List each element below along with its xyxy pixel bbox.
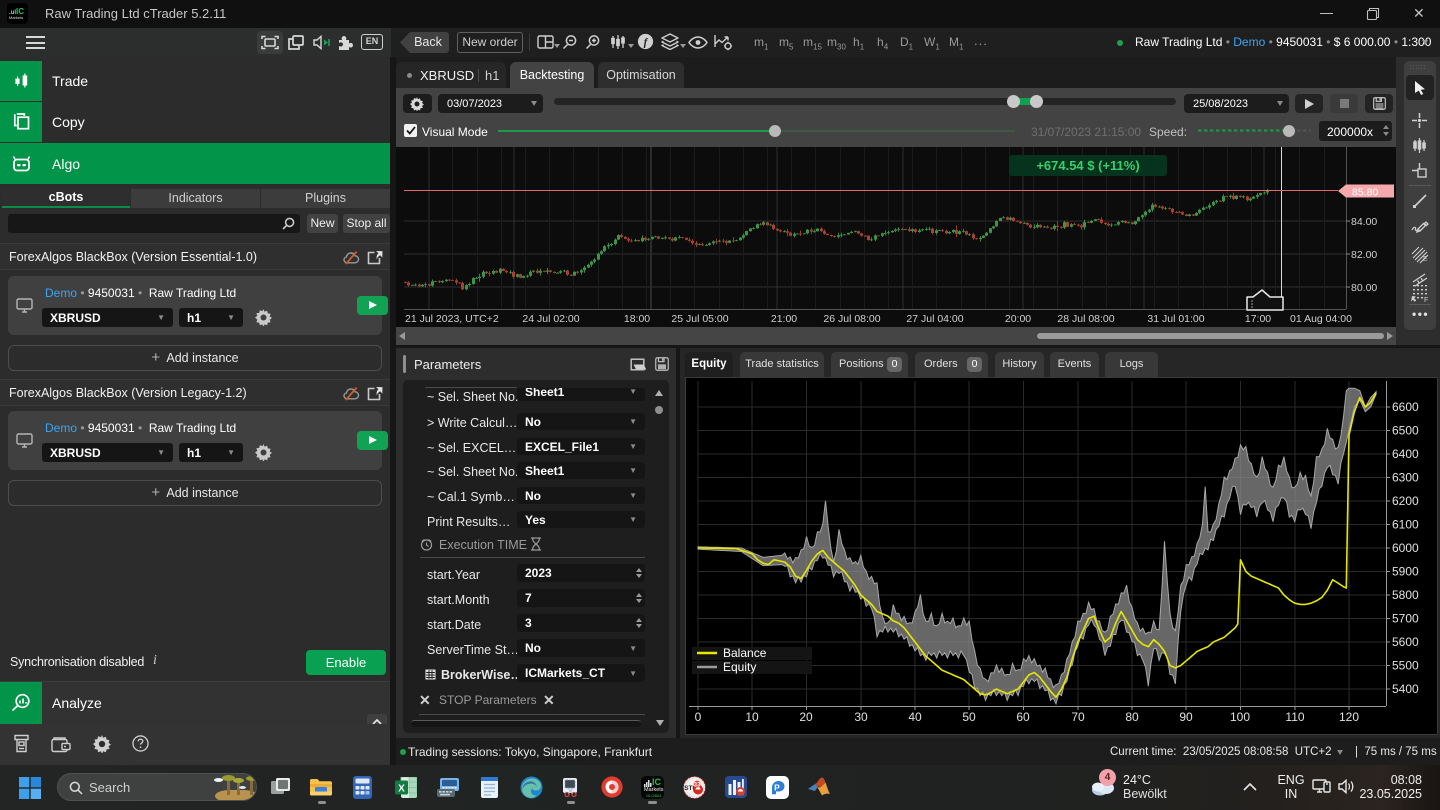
svg-text:5500: 5500 xyxy=(1392,659,1419,673)
svg-text:60: 60 xyxy=(1016,710,1030,724)
svg-text:6400: 6400 xyxy=(1392,447,1419,461)
svg-text:27 Jul 04:00: 27 Jul 04:00 xyxy=(906,313,963,325)
svg-text:110: 110 xyxy=(1285,710,1304,724)
svg-text:18:00: 18:00 xyxy=(624,313,650,325)
svg-text:90: 90 xyxy=(1179,710,1193,724)
svg-text:P: P xyxy=(774,783,780,793)
svg-text:26 Jul 08:00: 26 Jul 08:00 xyxy=(823,313,880,325)
svg-text:6100: 6100 xyxy=(1392,518,1419,532)
svg-text:20: 20 xyxy=(799,710,813,724)
svg-text:6300: 6300 xyxy=(1392,471,1419,485)
svg-text:82.00: 82.00 xyxy=(1351,249,1377,261)
svg-text:25 Jul 05:00: 25 Jul 05:00 xyxy=(671,313,728,325)
svg-text:80.00: 80.00 xyxy=(1351,282,1377,294)
svg-text:21:00: 21:00 xyxy=(771,313,797,325)
svg-text:85.80: 85.80 xyxy=(1352,187,1378,199)
svg-text:0: 0 xyxy=(695,710,702,724)
svg-text:01 Aug 04:00: 01 Aug 04:00 xyxy=(1290,313,1352,325)
svg-text:84.00: 84.00 xyxy=(1351,216,1377,228)
svg-text:6500: 6500 xyxy=(1392,424,1419,438)
svg-text:5800: 5800 xyxy=(1392,588,1419,602)
svg-text:80: 80 xyxy=(1125,710,1139,724)
svg-text:40: 40 xyxy=(908,710,922,724)
svg-text:33: 33 xyxy=(694,782,701,788)
svg-text:E: E xyxy=(1423,256,1428,263)
svg-text:24 Jul 02:00: 24 Jul 02:00 xyxy=(522,313,579,325)
svg-text:100: 100 xyxy=(1230,710,1250,724)
svg-text:10: 10 xyxy=(745,710,759,724)
svg-text:F: F xyxy=(1424,297,1428,303)
svg-text:20:00: 20:00 xyxy=(1005,313,1031,325)
svg-text:70: 70 xyxy=(1071,710,1085,724)
svg-text:31 Jul 01:00: 31 Jul 01:00 xyxy=(1147,313,1204,325)
svg-text:Equity: Equity xyxy=(723,660,756,674)
svg-text:5900: 5900 xyxy=(1392,565,1419,579)
svg-text:6000: 6000 xyxy=(1392,541,1419,555)
svg-text:120: 120 xyxy=(1339,710,1359,724)
svg-text:5700: 5700 xyxy=(1392,612,1419,626)
svg-text:50: 50 xyxy=(962,710,976,724)
svg-text:+674.54 $ (+11%): +674.54 $ (+11%) xyxy=(1036,158,1139,173)
svg-text:6600: 6600 xyxy=(1392,400,1419,414)
svg-text:X: X xyxy=(398,784,405,795)
svg-text:5400: 5400 xyxy=(1392,682,1419,696)
svg-text:17:00: 17:00 xyxy=(1245,313,1271,325)
svg-text:28 Jul 08:00: 28 Jul 08:00 xyxy=(1057,313,1114,325)
svg-text:6200: 6200 xyxy=(1392,494,1419,508)
svg-text:21 Jul 2023, UTC+2: 21 Jul 2023, UTC+2 xyxy=(405,313,499,325)
svg-text:5600: 5600 xyxy=(1392,635,1419,649)
svg-text:Balance: Balance xyxy=(723,646,767,660)
svg-text:30: 30 xyxy=(854,710,868,724)
